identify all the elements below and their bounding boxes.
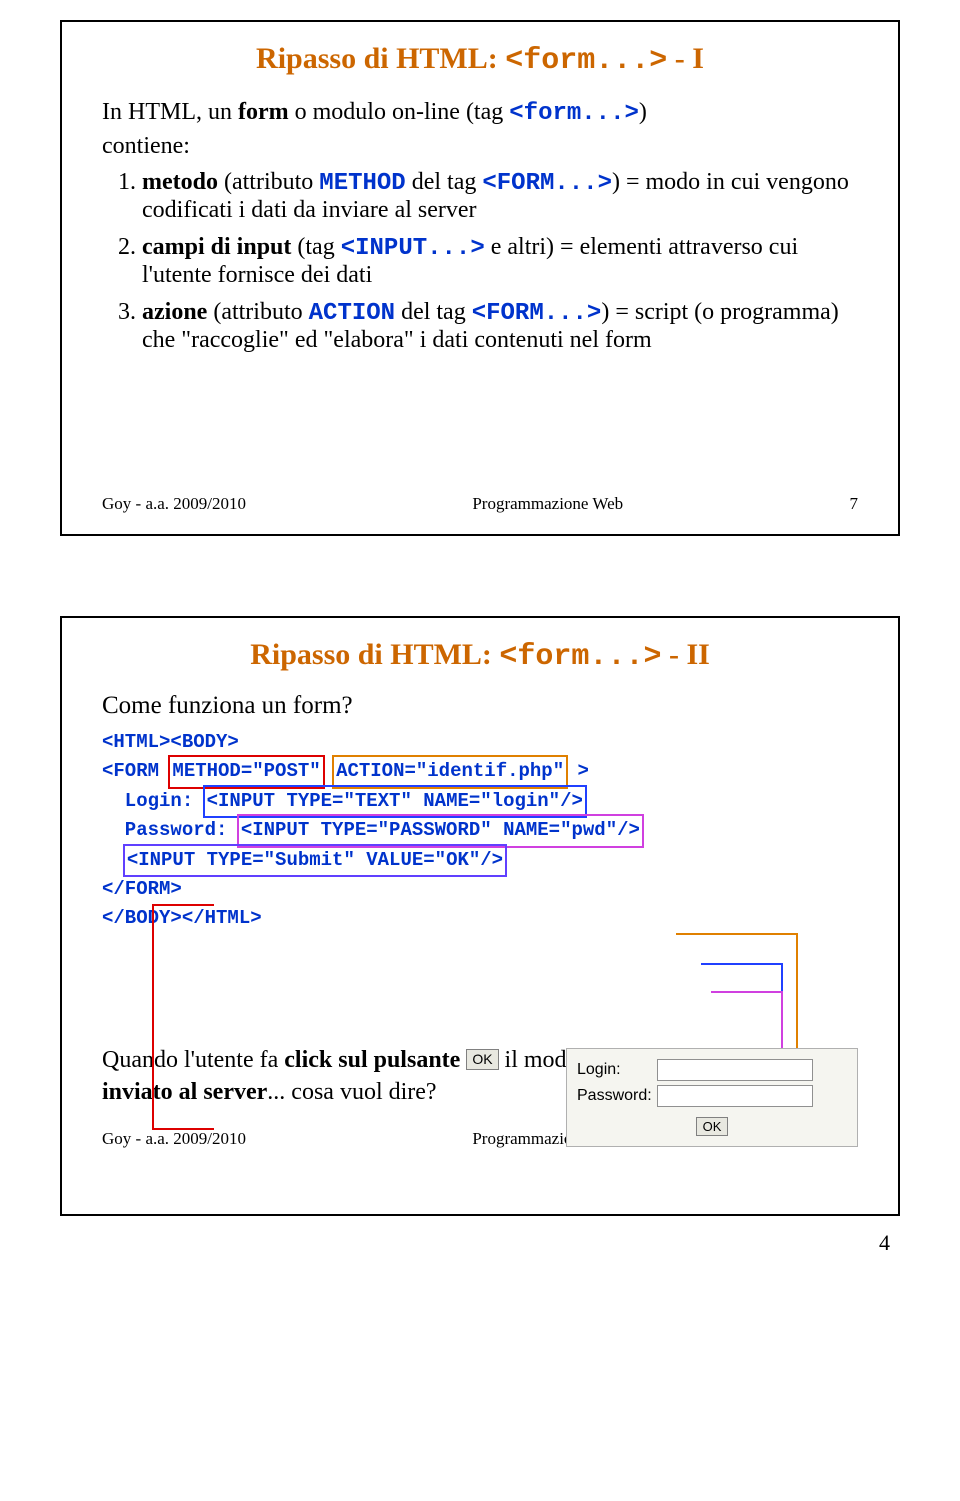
para-b: click sul pulsante <box>284 1047 460 1073</box>
inline-ok-button: OK <box>466 1049 498 1070</box>
code-method-box: METHOD="POST" <box>170 757 322 786</box>
intro-b: form <box>238 99 289 125</box>
li1-c: METHOD <box>319 170 405 197</box>
code-l6: </FORM> <box>102 875 858 904</box>
code-login-box: <INPUT TYPE="TEXT" NAME="login"/> <box>205 787 585 816</box>
li3-d: del tag <box>395 299 472 325</box>
li1-d: del tag <box>406 169 483 195</box>
slide-1-footer: Goy - a.a. 2009/2010 Programmazione Web … <box>102 494 858 514</box>
slide-2: Ripasso di HTML: <form...> - II Come fun… <box>60 616 900 1216</box>
code-l2e: > <box>566 760 589 782</box>
code-block: <HTML><BODY> <FORM METHOD="POST" ACTION=… <box>102 728 858 944</box>
intro-c: o modulo on-line (tag <box>289 99 510 125</box>
para-f: ... cosa vuol dire? <box>267 1079 436 1105</box>
code-l1: <HTML><BODY> <box>102 728 858 757</box>
code-submit-box: <INPUT TYPE="Submit" VALUE="OK"/> <box>125 846 505 875</box>
login-input[interactable] <box>657 1059 813 1081</box>
li1-e: <FORM...> <box>482 170 612 197</box>
li3-a: azione <box>142 299 207 325</box>
li1-f: ) = <box>612 169 646 195</box>
list-item-1: metodo (attributo METHOD del tag <FORM..… <box>142 169 858 224</box>
code-l4: Password: <INPUT TYPE="PASSWORD" NAME="p… <box>102 816 858 845</box>
footer-left: Goy - a.a. 2009/2010 <box>102 494 246 514</box>
slide-1-title: Ripasso di HTML: <form...> - I <box>102 42 858 78</box>
code-password-box: <INPUT TYPE="PASSWORD" NAME="pwd"/> <box>239 816 642 845</box>
code-l4a: Password: <box>102 819 239 841</box>
password-input[interactable] <box>657 1085 813 1107</box>
intro-e: ) <box>639 99 647 125</box>
code-l3a: Login: <box>102 790 205 812</box>
intro-paragraph: In HTML, un form o modulo on-line (tag <… <box>102 96 858 163</box>
title-text-c: - I <box>667 42 704 75</box>
numbered-list: metodo (attributo METHOD del tag <FORM..… <box>102 169 858 354</box>
title-text-a: Ripasso di HTML: <box>256 42 505 75</box>
intro-f: contiene: <box>102 133 190 159</box>
login-label: Login: <box>577 1061 657 1079</box>
list-item-3: azione (attributo ACTION del tag <FORM..… <box>142 299 858 354</box>
form-mockup: Login: Password: OK <box>566 1048 858 1147</box>
footer2-left: Goy - a.a. 2009/2010 <box>102 1129 246 1149</box>
li3-c: ACTION <box>309 300 395 327</box>
subheading: Come funziona un form? <box>102 692 858 720</box>
code-l3: Login: <INPUT TYPE="TEXT" NAME="login"/> <box>102 787 858 816</box>
title2-a: Ripasso di HTML: <box>250 638 499 671</box>
title2-c: - II <box>661 638 709 671</box>
li2-c: <INPUT...> <box>341 235 485 262</box>
intro-d: <form...> <box>509 100 639 127</box>
intro-a: In HTML, un <box>102 99 238 125</box>
title-code: <form...> <box>505 44 667 78</box>
form-row-password: Password: <box>577 1085 847 1107</box>
form-row-login: Login: <box>577 1059 847 1081</box>
li1-a: metodo <box>142 169 218 195</box>
page-number: 4 <box>879 1230 890 1256</box>
title2-b: <form...> <box>499 640 661 674</box>
slide-2-title: Ripasso di HTML: <form...> - II <box>102 638 858 674</box>
li3-e: <FORM...> <box>472 300 602 327</box>
code-l5a <box>102 849 125 871</box>
code-action-box: ACTION="identif.php" <box>334 757 566 786</box>
code-l2: <FORM METHOD="POST" ACTION="identif.php"… <box>102 757 858 786</box>
footer-center: Programmazione Web <box>472 494 623 514</box>
form-row-ok: OK <box>577 1117 847 1136</box>
code-l5: <INPUT TYPE="Submit" VALUE="OK"/> <box>102 846 858 875</box>
ok-button[interactable]: OK <box>696 1117 729 1136</box>
code-l7: </BODY></HTML> <box>102 904 858 933</box>
connector-red <box>152 904 214 1130</box>
li3-b: (attributo <box>207 299 308 325</box>
code-l2c <box>323 760 334 782</box>
li2-a: campi di input <box>142 234 291 260</box>
code-l2a: <FORM <box>102 760 170 782</box>
slide-1: Ripasso di HTML: <form...> - I In HTML, … <box>60 20 900 536</box>
li1-b: (attributo <box>218 169 319 195</box>
li2-b: (tag <box>291 234 340 260</box>
footer-right: 7 <box>849 494 858 514</box>
list-item-2: campi di input (tag <INPUT...> e altri) … <box>142 234 858 289</box>
password-label: Password: <box>577 1087 657 1105</box>
